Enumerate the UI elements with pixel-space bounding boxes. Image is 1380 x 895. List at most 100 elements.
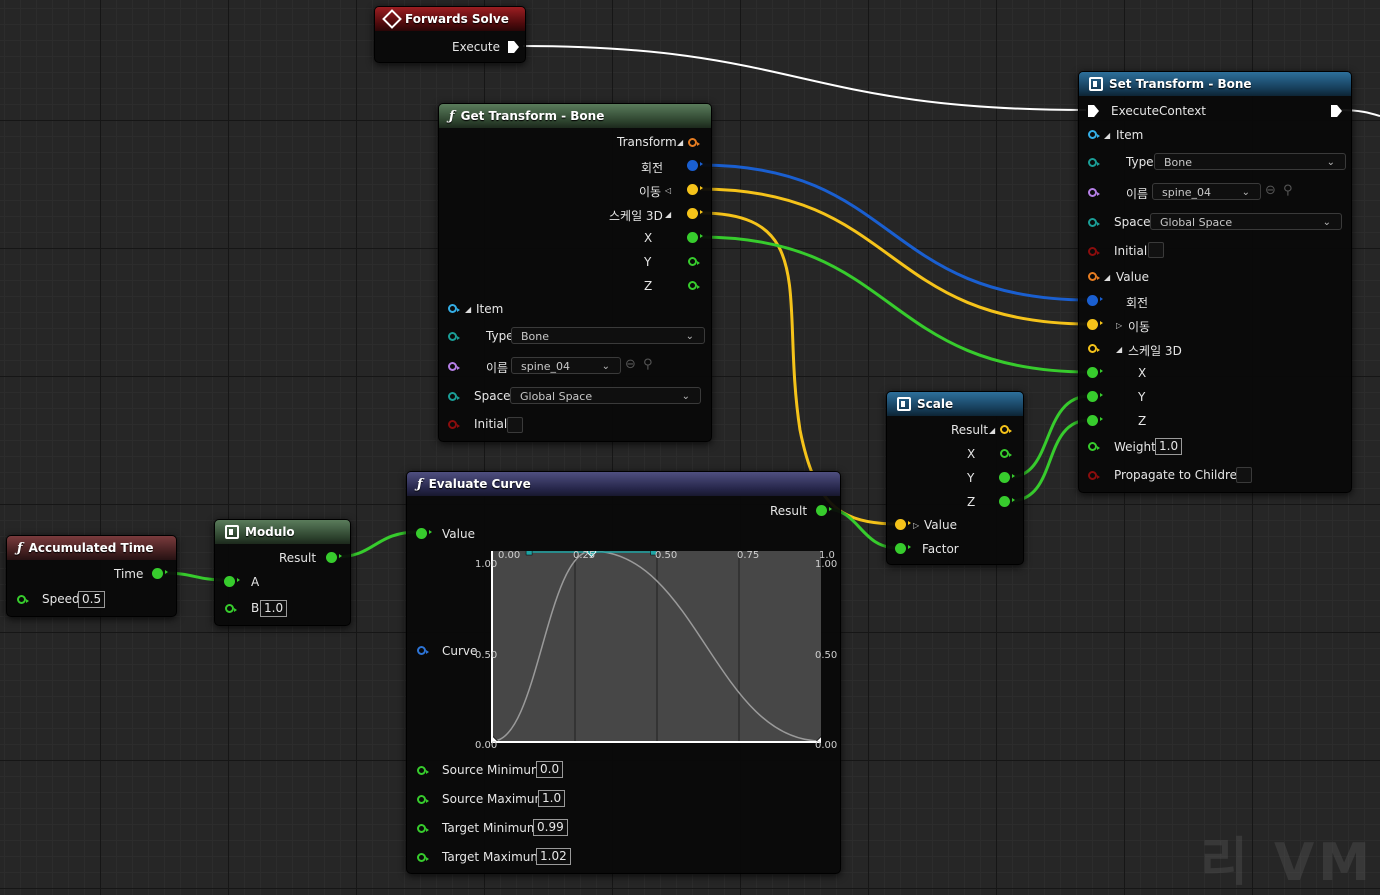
b-input-pin[interactable] <box>225 604 237 613</box>
expand-triangle-icon[interactable]: ◢ <box>665 210 671 219</box>
node-header[interactable]: ƒ Accumulated Time <box>7 536 176 560</box>
source-max-field[interactable]: 1.0 <box>538 790 566 807</box>
type-dropdown[interactable]: Bone ⌄ <box>511 327 705 344</box>
node-header[interactable]: Scale <box>887 392 1023 416</box>
modulo-node[interactable]: Modulo Result A B 1.0 <box>214 519 351 626</box>
translation-wire[interactable] <box>699 187 1091 326</box>
speed-input-pin[interactable] <box>17 595 29 604</box>
x-input-pin[interactable] <box>1087 367 1103 378</box>
a-input-pin[interactable] <box>224 576 240 587</box>
curve-input-pin[interactable] <box>417 646 429 655</box>
speed-field[interactable]: 0.5 <box>78 591 106 608</box>
target-max-field[interactable]: 1.02 <box>536 848 571 865</box>
factor-input-pin[interactable] <box>895 543 911 554</box>
space-dropdown[interactable]: Global Space ⌄ <box>510 387 701 404</box>
node-header[interactable]: ƒ Get Transform - Bone <box>439 104 711 128</box>
type-dropdown[interactable]: Bone ⌄ <box>1154 153 1346 170</box>
rotation-output-pin[interactable] <box>687 160 703 171</box>
rotation-input-pin[interactable] <box>1087 295 1103 306</box>
x-to-x-wire[interactable] <box>699 235 1091 374</box>
rotation-wire[interactable] <box>699 163 1091 302</box>
search-icon[interactable]: ⚲ <box>1283 183 1293 198</box>
expand-triangle-icon[interactable]: ◢ <box>677 138 683 147</box>
curve-editor[interactable] <box>491 551 821 743</box>
source-min-input-pin[interactable] <box>417 766 429 775</box>
name-input-pin[interactable] <box>448 362 460 371</box>
node-header[interactable]: ƒ Evaluate Curve <box>407 472 840 496</box>
node-header[interactable]: Forwards Solve <box>375 7 525 31</box>
result-output-pin[interactable] <box>1000 425 1012 434</box>
z-input-pin[interactable] <box>1087 415 1103 426</box>
curve-top-label: 0.50 <box>655 550 678 561</box>
scale-node[interactable]: Scale Result ◢ X Y Z ▷ Value Factor <box>886 391 1024 565</box>
node-header[interactable]: Set Transform - Bone <box>1079 72 1351 96</box>
space-dropdown[interactable]: Global Space ⌄ <box>1150 213 1342 230</box>
exec-wire[interactable] <box>522 45 1087 111</box>
collapse-triangle-icon[interactable]: ▷ <box>913 521 919 530</box>
propagate-input-pin[interactable] <box>1088 471 1100 480</box>
x-output-pin[interactable] <box>687 232 703 243</box>
y-output-pin[interactable] <box>999 472 1015 483</box>
search-icon[interactable]: ⚲ <box>643 357 653 372</box>
set-transform-bone-node[interactable]: Set Transform - Bone ExecuteContext ◢ It… <box>1078 71 1352 493</box>
propagate-checkbox[interactable] <box>1236 467 1252 483</box>
browse-arrow-icon[interactable]: ⊖ <box>1265 183 1276 198</box>
translation-output-pin[interactable] <box>687 184 703 195</box>
target-min-field[interactable]: 0.99 <box>533 819 568 836</box>
expand-triangle-icon[interactable]: ◢ <box>989 426 995 435</box>
space-input-pin[interactable] <box>1088 218 1100 227</box>
transform-output-pin[interactable] <box>688 138 700 147</box>
item-input-pin[interactable] <box>1088 130 1100 139</box>
curve-graph[interactable] <box>493 551 821 741</box>
z-output-pin[interactable] <box>688 281 700 290</box>
execute-context-input-pin[interactable] <box>1088 105 1099 117</box>
value-input-pin[interactable] <box>895 519 911 530</box>
evaluate-curve-node[interactable]: ƒ Evaluate Curve Value Result Curve 0.00… <box>406 471 841 874</box>
forwards-solve-node[interactable]: Forwards Solve Execute <box>374 6 526 63</box>
initial-checkbox[interactable] <box>507 417 523 433</box>
tangent-handle[interactable] <box>525 551 533 556</box>
weight-field[interactable]: 1.0 <box>1155 438 1183 455</box>
collapse-triangle-icon[interactable]: ◁ <box>665 186 671 195</box>
name-dropdown[interactable]: spine_04 ⌄ <box>1152 183 1261 200</box>
item-input-pin[interactable] <box>448 304 460 313</box>
expand-triangle-icon[interactable]: ◢ <box>1104 273 1110 282</box>
y-output-pin[interactable] <box>688 257 700 266</box>
initial-checkbox[interactable] <box>1148 242 1164 258</box>
browse-arrow-icon[interactable]: ⊖ <box>625 357 636 372</box>
execute-context-label: ExecuteContext <box>1111 104 1206 118</box>
execute-output-pin[interactable] <box>508 41 519 53</box>
result-output-pin[interactable] <box>326 552 342 563</box>
expand-triangle-icon[interactable]: ◢ <box>1104 131 1110 140</box>
y-input-pin[interactable] <box>1087 391 1103 402</box>
expand-triangle-icon[interactable]: ◢ <box>465 305 471 314</box>
time-output-pin[interactable] <box>152 568 168 579</box>
x-output-pin[interactable] <box>1000 449 1012 458</box>
execute-context-output-pin[interactable] <box>1331 105 1342 117</box>
z-output-pin[interactable] <box>999 496 1015 507</box>
value-input-pin[interactable] <box>416 528 432 539</box>
source-max-input-pin[interactable] <box>417 795 429 804</box>
weight-input-pin[interactable] <box>1088 442 1100 451</box>
node-header[interactable]: Modulo <box>215 520 350 544</box>
type-input-pin[interactable] <box>1088 158 1100 167</box>
result-output-pin[interactable] <box>816 505 832 516</box>
source-min-field[interactable]: 0.0 <box>536 761 564 778</box>
space-input-pin[interactable] <box>448 392 460 401</box>
collapse-triangle-icon[interactable]: ▷ <box>1116 321 1122 330</box>
initial-input-pin[interactable] <box>1088 247 1100 256</box>
initial-input-pin[interactable] <box>448 420 460 429</box>
accumulated-time-node[interactable]: ƒ Accumulated Time Time Speed 0.5 <box>6 535 177 617</box>
scale3d-output-pin[interactable] <box>687 208 703 219</box>
scale3d-input-pin[interactable] <box>1088 344 1100 353</box>
translation-input-pin[interactable] <box>1087 319 1103 330</box>
target-min-input-pin[interactable] <box>417 824 429 833</box>
name-dropdown[interactable]: spine_04 ⌄ <box>511 357 621 374</box>
value-input-pin[interactable] <box>1088 272 1100 281</box>
get-transform-bone-node[interactable]: ƒ Get Transform - Bone Transform ◢ 회전 이동… <box>438 103 712 442</box>
b-field[interactable]: 1.0 <box>260 600 288 617</box>
target-max-input-pin[interactable] <box>417 853 429 862</box>
name-input-pin[interactable] <box>1088 188 1100 197</box>
expand-triangle-icon[interactable]: ◢ <box>1116 345 1122 354</box>
type-input-pin[interactable] <box>448 332 460 341</box>
